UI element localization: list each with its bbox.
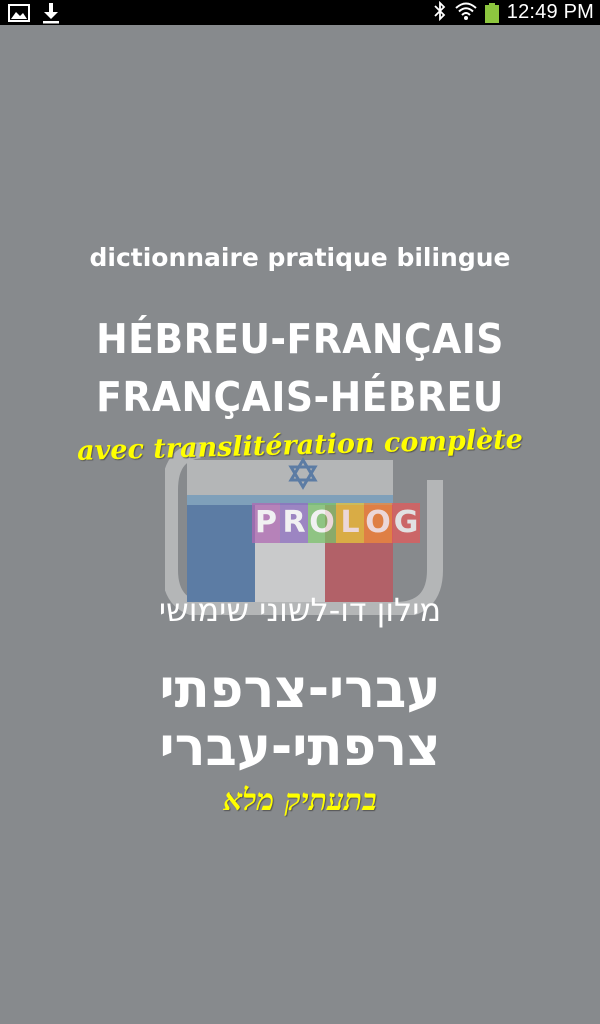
transliteration-note-hebrew: בתעתיק מלא	[223, 783, 377, 818]
system-icons: 12:49 PM	[433, 0, 594, 25]
brand-letter: G	[392, 503, 420, 543]
clock: 12:49 PM	[506, 1, 594, 23]
brand-letter: R	[280, 503, 308, 543]
brand-letter: O	[308, 503, 336, 543]
title-hebrew-line-2: צרפתי-עברי	[159, 715, 441, 778]
brand-letter: O	[364, 503, 392, 543]
wifi-icon	[455, 1, 477, 25]
battery-icon	[484, 2, 499, 23]
brand-letter: P	[252, 503, 280, 543]
title-hebrew-line-1: עברי-צרפתי	[159, 657, 441, 720]
status-bar: 12:49 PM	[0, 0, 600, 25]
title-french-line-2: FRANÇAIS-HÉBREU	[96, 373, 504, 421]
splash-screen: P R O L O G dictionnaire pratique biling…	[0, 25, 600, 1024]
prolog-brand-badge: P R O L O G	[252, 503, 420, 543]
bluetooth-icon	[433, 0, 447, 25]
image-icon	[8, 3, 30, 27]
subtitle-hebrew: מילון דו-לשוני שימושי	[158, 591, 442, 629]
brand-letter: L	[336, 503, 364, 543]
title-french-line-1: HÉBREU-FRANÇAIS	[96, 315, 504, 363]
subtitle-french: dictionnaire pratique bilingue	[89, 243, 511, 272]
